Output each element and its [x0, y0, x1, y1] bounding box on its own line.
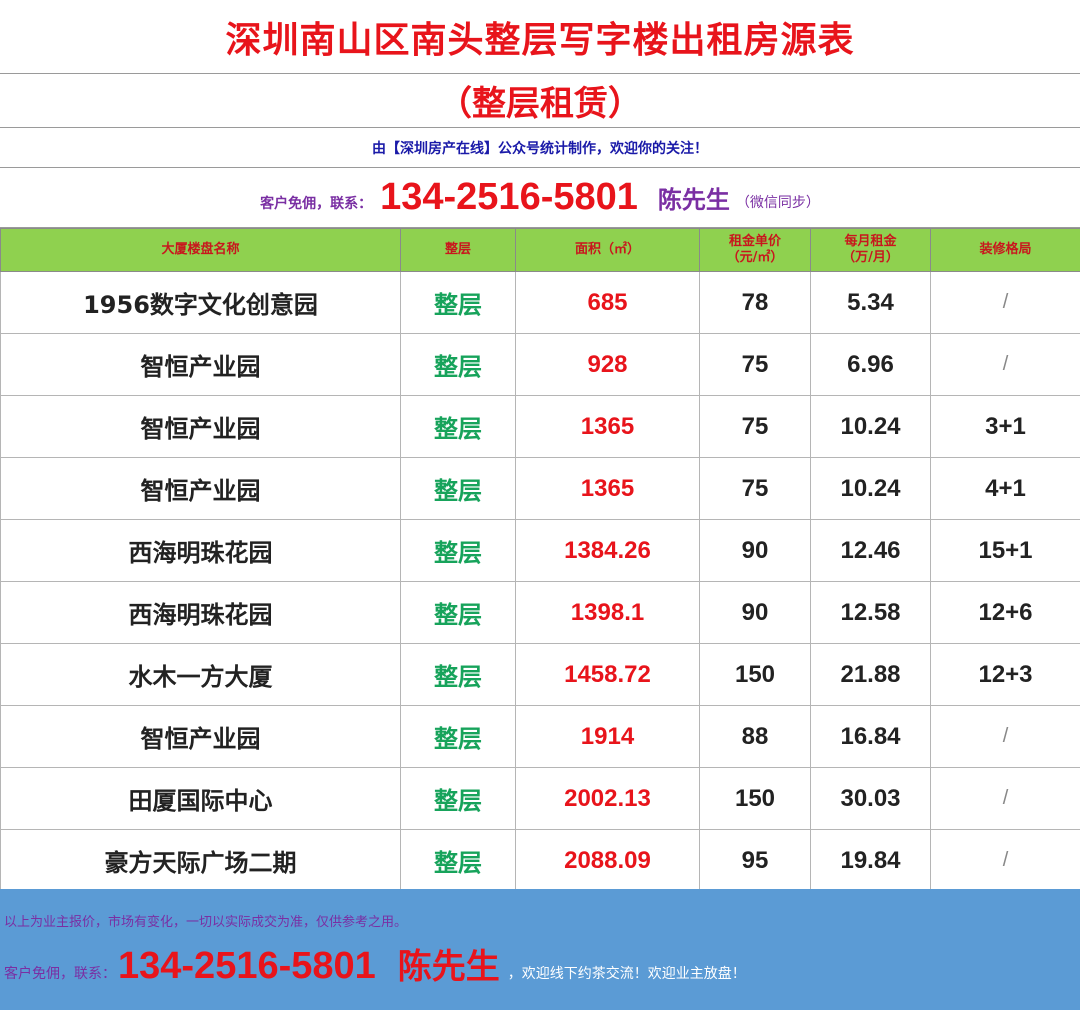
- layout-cell: 3+1: [930, 395, 1080, 458]
- footer-phone-number: 134-2516-5801: [118, 945, 376, 987]
- column-header: 每月租金 （万/月）: [810, 228, 931, 272]
- unit-price-cell: 75: [699, 333, 811, 396]
- contact-bar: 客户免佣，联系： 134-2516-5801 陈先生 （微信同步）: [0, 168, 1080, 228]
- layout-cell: /: [930, 705, 1080, 768]
- table-row: 1956数字文化创意园 整层 685 78 5.34/: [0, 271, 1080, 334]
- layout-cell: 15+1: [930, 519, 1080, 582]
- floor-type-cell: 整层: [400, 333, 516, 396]
- monthly-rent-cell: 19.84: [810, 829, 931, 892]
- credit-text: 由【深圳房产在线】公众号统计制作，欢迎你的关注！: [372, 140, 708, 157]
- footer-panel: 以上为业主报价，市场有变化，一切以实际成交为准，仅供参考之用。 客户免佣，联系：…: [0, 889, 1080, 1010]
- building-name-cell: 智恒产业园: [0, 705, 401, 768]
- monthly-rent-cell: 12.46: [810, 519, 931, 582]
- layout-cell: /: [930, 333, 1080, 396]
- unit-price-cell: 150: [699, 643, 811, 706]
- layout-cell: 12+6: [930, 581, 1080, 644]
- column-header: 装修格局: [930, 228, 1080, 272]
- title-bar: 深圳南山区南头整层写字楼出租房源表: [0, 0, 1080, 74]
- table-row: 西海明珠花园 整层 1384.26 90 12.46 15+1: [0, 519, 1080, 582]
- area-cell: 1365: [515, 395, 700, 458]
- building-name-cell: 豪方天际广场二期: [0, 829, 401, 892]
- table-row: 水木一方大厦 整层 1458.72 150 21.88 12+3: [0, 643, 1080, 706]
- contact-prefix: 客户免佣，联系：: [260, 195, 373, 212]
- floor-type-cell: 整层: [400, 829, 516, 892]
- layout-cell: 12+3: [930, 643, 1080, 706]
- area-cell: 1384.26: [515, 519, 700, 582]
- monthly-rent-cell: 6.96: [810, 333, 931, 396]
- table-header-row: 大厦楼盘名称 整层 面积（㎡） 租金单价 （元/㎡） 每月租金 （万/月） 装修格局: [0, 228, 1080, 272]
- credit-bar: 由【深圳房产在线】公众号统计制作，欢迎你的关注！: [0, 128, 1080, 168]
- monthly-rent-cell: 12.58: [810, 581, 931, 644]
- table-row: 西海明珠花园 整层 1398.1 90 12.58 12+6: [0, 581, 1080, 644]
- disclaimer-text: 以上为业主报价，市场有变化，一切以实际成交为准，仅供参考之用。: [4, 915, 408, 930]
- building-name-cell: 田厦国际中心: [0, 767, 401, 830]
- layout-cell: /: [930, 767, 1080, 830]
- layout-cell: 4+1: [930, 457, 1080, 520]
- subtitle-bar: （整层租赁）: [0, 74, 1080, 128]
- monthly-rent-cell: 21.88: [810, 643, 931, 706]
- column-header: 面积（㎡）: [515, 228, 700, 272]
- unit-price-cell: 90: [699, 519, 811, 582]
- building-name-cell: 水木一方大厦: [0, 643, 401, 706]
- monthly-rent-cell: 10.24: [810, 457, 931, 520]
- floor-type-cell: 整层: [400, 395, 516, 458]
- table-row: 智恒产业园 整层 1365 75 10.24 4+1: [0, 457, 1080, 520]
- column-header: 大厦楼盘名称: [0, 228, 401, 272]
- area-cell: 1458.72: [515, 643, 700, 706]
- area-cell: 685: [515, 271, 700, 334]
- wechat-note: （微信同步）: [735, 194, 820, 211]
- listing-table: 大厦楼盘名称 整层 面积（㎡） 租金单价 （元/㎡） 每月租金 （万/月） 装修格局 1956…: [0, 228, 1080, 892]
- table-body: 1956数字文化创意园 整层 685 78 5.34/智恒产业园 整层 928 75 6.96/…: [0, 271, 1080, 892]
- unit-price-cell: 78: [699, 271, 811, 334]
- footer-invite-text: ，欢迎线下约茶交流！欢迎业主放盘！: [507, 966, 746, 982]
- column-header: 租金单价 （元/㎡）: [699, 228, 811, 272]
- floor-type-cell: 整层: [400, 457, 516, 520]
- monthly-rent-cell: 16.84: [810, 705, 931, 768]
- table-row: 智恒产业园 整层 928 75 6.96/: [0, 333, 1080, 396]
- table-row: 豪方天际广场二期 整层 2088.09 95 19.84/: [0, 829, 1080, 892]
- monthly-rent-cell: 30.03: [810, 767, 931, 830]
- area-cell: 928: [515, 333, 700, 396]
- floor-type-cell: 整层: [400, 767, 516, 830]
- building-name-cell: 西海明珠花园: [0, 581, 401, 644]
- building-name-cell: 智恒产业园: [0, 395, 401, 458]
- unit-price-cell: 90: [699, 581, 811, 644]
- page-title: 深圳南山区南头整层写字楼出租房源表: [225, 19, 855, 61]
- page-subtitle: （整层租赁）: [438, 84, 642, 124]
- floor-type-cell: 整层: [400, 519, 516, 582]
- unit-price-cell: 75: [699, 457, 811, 520]
- area-cell: 2002.13: [515, 767, 700, 830]
- layout-cell: /: [930, 829, 1080, 892]
- area-cell: 1365: [515, 457, 700, 520]
- floor-type-cell: 整层: [400, 705, 516, 768]
- table-row: 智恒产业园 整层 1365 75 10.24 3+1: [0, 395, 1080, 458]
- footer-contact-prefix: 客户免佣，联系：: [4, 966, 116, 982]
- column-header: 整层: [400, 228, 516, 272]
- building-name-cell: 西海明珠花园: [0, 519, 401, 582]
- building-name-cell: 1956数字文化创意园: [0, 271, 401, 334]
- floor-type-cell: 整层: [400, 643, 516, 706]
- table-row: 田厦国际中心 整层 2002.13 150 30.03/: [0, 767, 1080, 830]
- contact-person: 陈先生: [657, 186, 730, 214]
- footer-contact-person: 陈先生: [397, 947, 500, 987]
- footer-contact: 客户免佣，联系： 134-2516-5801 陈先生 ，欢迎线下约茶交流！欢迎业…: [4, 939, 746, 988]
- unit-price-cell: 88: [699, 705, 811, 768]
- building-name-cell: 智恒产业园: [0, 333, 401, 396]
- floor-type-cell: 整层: [400, 271, 516, 334]
- unit-price-cell: 75: [699, 395, 811, 458]
- layout-cell: /: [930, 271, 1080, 334]
- area-cell: 1398.1: [515, 581, 700, 644]
- phone-number: 134-2516-5801: [380, 176, 638, 218]
- monthly-rent-cell: 10.24: [810, 395, 931, 458]
- table-row: 智恒产业园 整层 1914 88 16.84/: [0, 705, 1080, 768]
- floor-type-cell: 整层: [400, 581, 516, 644]
- area-cell: 2088.09: [515, 829, 700, 892]
- building-name-cell: 智恒产业园: [0, 457, 401, 520]
- unit-price-cell: 150: [699, 767, 811, 830]
- unit-price-cell: 95: [699, 829, 811, 892]
- monthly-rent-cell: 5.34: [810, 271, 931, 334]
- area-cell: 1914: [515, 705, 700, 768]
